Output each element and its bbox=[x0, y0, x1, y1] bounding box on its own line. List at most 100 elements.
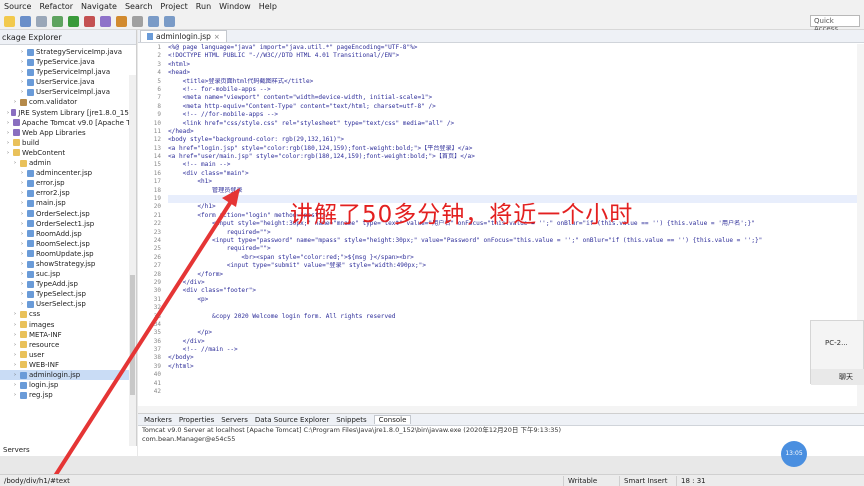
tree-item[interactable]: › StrategyServiceImp.java bbox=[0, 47, 136, 57]
tree-item[interactable]: › suc.jsp bbox=[0, 269, 136, 279]
tree-item[interactable]: › Apache Tomcat v9.0 [Apache To bbox=[0, 118, 136, 128]
menu-item[interactable]: Source bbox=[4, 2, 31, 11]
tree-item[interactable]: › admin bbox=[0, 158, 136, 168]
tab-adminlogin[interactable]: adminlogin.jsp × bbox=[140, 30, 227, 42]
tree-item[interactable]: › admincenter.jsp bbox=[0, 168, 136, 178]
tree-item[interactable]: › user bbox=[0, 350, 136, 360]
new-icon[interactable] bbox=[4, 15, 15, 27]
run-icon[interactable] bbox=[68, 15, 79, 27]
tree-item[interactable]: › TypeAdd.jsp bbox=[0, 279, 136, 289]
tree-item[interactable]: › RoomUpdate.jsp bbox=[0, 249, 136, 259]
code-line[interactable] bbox=[168, 321, 858, 329]
tree-item[interactable]: › adminlogin.jsp bbox=[0, 370, 136, 381]
tree-item[interactable]: › Web App Libraries bbox=[0, 128, 136, 138]
servers-label[interactable]: Servers bbox=[0, 446, 137, 456]
tree-item[interactable]: › reg.jsp bbox=[0, 390, 136, 400]
code-line[interactable]: 管理员登录 bbox=[168, 187, 858, 195]
server-icon[interactable] bbox=[84, 15, 95, 27]
code-line[interactable]: <br><span style="color:red;">${msg }</sp… bbox=[168, 254, 858, 262]
console-tab[interactable]: Console bbox=[373, 415, 412, 424]
code-line[interactable]: <div class="main"> bbox=[168, 170, 858, 178]
forward-icon[interactable] bbox=[164, 15, 175, 27]
save-icon[interactable] bbox=[20, 15, 31, 27]
tree-item[interactable]: › main.jsp bbox=[0, 198, 136, 208]
editor-horizontal-scrollbar[interactable] bbox=[138, 406, 864, 413]
code-line[interactable]: &copy 2020 Welcome login form. All right… bbox=[168, 313, 858, 321]
tree-item[interactable]: › TypeService.java bbox=[0, 57, 136, 67]
explorer-scrollbar[interactable] bbox=[129, 75, 136, 455]
tree-item[interactable]: › OrderSelect1.jsp bbox=[0, 219, 136, 229]
code-line[interactable]: </html> bbox=[168, 363, 858, 371]
tree-item[interactable]: › JRE System Library [jre1.8.0_152] bbox=[0, 108, 136, 118]
tree-item[interactable]: › WebContent bbox=[0, 148, 136, 158]
menu-item[interactable]: Search bbox=[125, 2, 152, 11]
tree-item[interactable]: › showStrategy.jsp bbox=[0, 259, 136, 269]
close-icon[interactable]: × bbox=[214, 33, 220, 41]
code-line[interactable]: <head> bbox=[168, 69, 858, 77]
debug-icon[interactable] bbox=[52, 15, 63, 27]
tree-item[interactable]: › OrderSelect.jsp bbox=[0, 209, 136, 219]
code-line[interactable]: <html> bbox=[168, 61, 858, 69]
code-line[interactable]: <!-- //for-mobile-apps --> bbox=[168, 111, 858, 119]
tree-item[interactable]: › login.jsp bbox=[0, 380, 136, 390]
code-line[interactable]: <meta http-equiv="Content-Type" content=… bbox=[168, 103, 858, 111]
tree-item[interactable]: › UserService.java bbox=[0, 77, 136, 87]
tree-item[interactable]: › RoomAdd.jsp bbox=[0, 229, 136, 239]
tree-item[interactable]: › WEB-INF bbox=[0, 360, 136, 370]
code-line[interactable]: <input type="submit" value="登录" style="w… bbox=[168, 262, 858, 270]
open-type-icon[interactable] bbox=[100, 15, 111, 27]
code-line[interactable]: <!-- main --> bbox=[168, 161, 858, 169]
code-line[interactable]: </div> bbox=[168, 338, 858, 346]
code-line[interactable]: <!DOCTYPE HTML PUBLIC "-//W3C//DTD HTML … bbox=[168, 52, 858, 60]
side-widget[interactable]: PC-2... 聊天 bbox=[810, 320, 864, 385]
menu-item[interactable]: Navigate bbox=[81, 2, 117, 11]
prev-edit-icon[interactable] bbox=[132, 15, 143, 27]
menu-item[interactable]: Run bbox=[196, 2, 211, 11]
code-line[interactable]: required=""> bbox=[168, 229, 858, 237]
tree-item[interactable]: › error2.jsp bbox=[0, 188, 136, 198]
code-line[interactable]: </div> bbox=[168, 279, 858, 287]
code-line[interactable]: <h1> bbox=[168, 178, 858, 186]
code-line[interactable]: </p> bbox=[168, 329, 858, 337]
quick-access-input[interactable]: Quick Access bbox=[810, 15, 860, 33]
menu-item[interactable]: Window bbox=[219, 2, 251, 11]
tree-item[interactable]: › TypeSelect.jsp bbox=[0, 289, 136, 299]
code-line[interactable] bbox=[168, 304, 858, 312]
code-line[interactable] bbox=[168, 380, 858, 388]
code-line[interactable]: <body style="background-color: rgb(29,13… bbox=[168, 136, 858, 144]
menu-item[interactable]: Help bbox=[259, 2, 277, 11]
code-line[interactable]: required=""> bbox=[168, 245, 858, 253]
console-tab[interactable]: Snippets bbox=[336, 416, 366, 424]
code-line[interactable]: <%@ page language="java" import="java.ut… bbox=[168, 44, 858, 52]
menu-item[interactable]: Refactor bbox=[39, 2, 73, 11]
console-tab[interactable]: Properties bbox=[179, 416, 214, 424]
chat-button[interactable]: 聊天 bbox=[811, 369, 864, 385]
tree-item[interactable]: › UserSelect.jsp bbox=[0, 299, 136, 309]
tree-item[interactable]: › error.jsp bbox=[0, 178, 136, 188]
search-icon[interactable] bbox=[116, 15, 127, 27]
code-line[interactable]: <p> bbox=[168, 296, 858, 304]
code-line[interactable]: <title>登录页面html代码截图样式</title> bbox=[168, 78, 858, 86]
code-line[interactable]: </form> bbox=[168, 271, 858, 279]
tree-item[interactable]: › resource bbox=[0, 340, 136, 350]
code-line[interactable]: </body> bbox=[168, 354, 858, 362]
code-line[interactable]: <meta name="viewport" content="width=dev… bbox=[168, 94, 858, 102]
tree-item[interactable]: › com.validator bbox=[0, 97, 136, 107]
code-line[interactable]: <!-- for-mobile-apps --> bbox=[168, 86, 858, 94]
tree-item[interactable]: › UserServiceImpl.java bbox=[0, 87, 136, 97]
console-tab[interactable]: Data Source Explorer bbox=[255, 416, 329, 424]
tree-item[interactable]: › images bbox=[0, 320, 136, 330]
back-icon[interactable] bbox=[148, 15, 159, 27]
explorer-scroll-thumb[interactable] bbox=[130, 275, 135, 395]
code-line[interactable]: <a href="login.jsp" style="color:rgb(180… bbox=[168, 145, 858, 153]
code-line[interactable]: <input type="password" name="mpass" styl… bbox=[168, 237, 858, 245]
code-line[interactable]: <!-- //main --> bbox=[168, 346, 858, 354]
code-line[interactable] bbox=[168, 388, 858, 396]
tree-item[interactable]: › RoomSelect.jsp bbox=[0, 239, 136, 249]
tree-item[interactable]: › build bbox=[0, 138, 136, 148]
print-icon[interactable] bbox=[36, 15, 47, 27]
floating-bubble[interactable]: 13:05 bbox=[781, 441, 807, 467]
tree-item[interactable]: › TypeServiceImpl.java bbox=[0, 67, 136, 77]
tree-item[interactable]: › META-INF bbox=[0, 330, 136, 340]
code-line[interactable] bbox=[168, 371, 858, 379]
